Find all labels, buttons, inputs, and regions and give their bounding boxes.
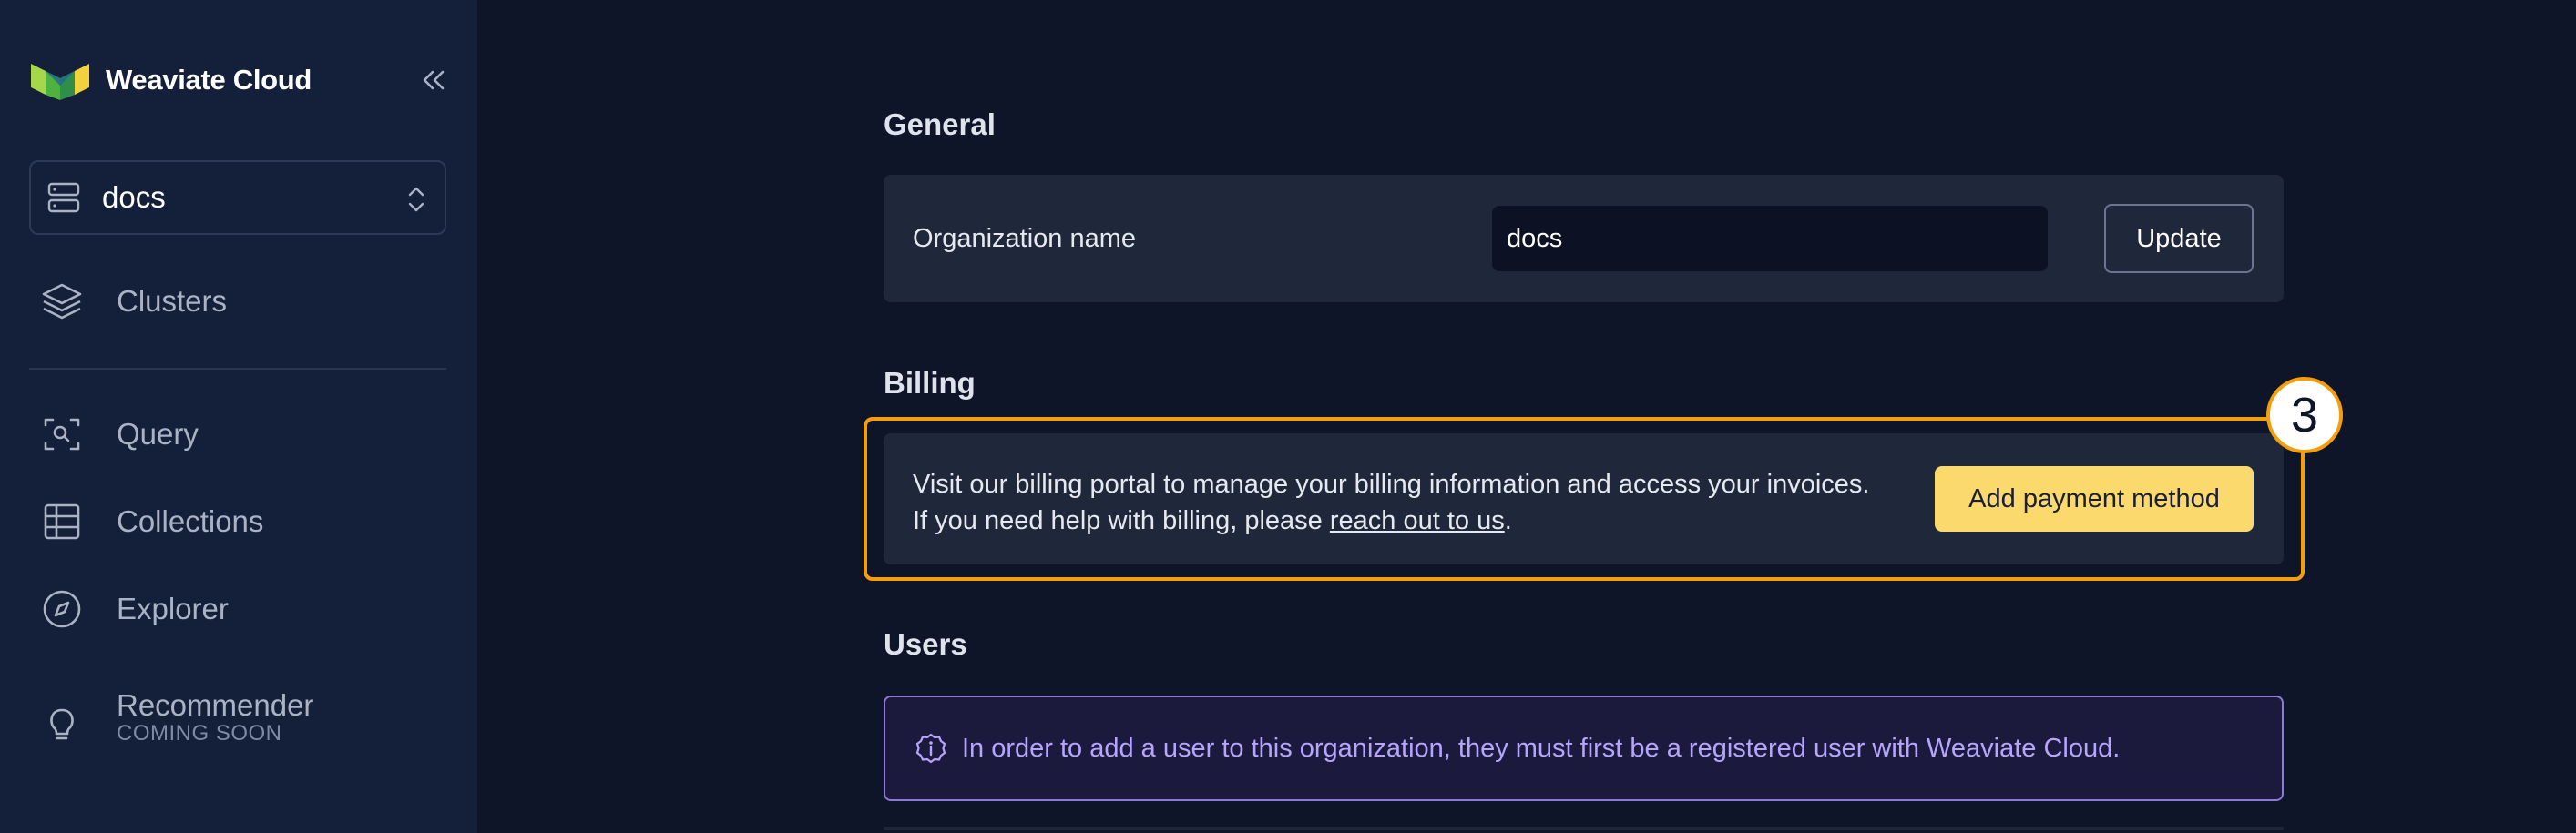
compass-icon [43,590,81,628]
sidebar-item-label: Explorer [117,592,229,625]
billing-section-title: Billing [884,366,976,400]
weaviate-logo-icon [31,64,89,100]
layers-icon [42,283,82,320]
general-card: Organization name Update [884,175,2284,302]
sidebar-item-collections[interactable]: Collections [40,500,263,543]
sidebar-divider [29,368,446,370]
sidebar-item-explorer[interactable]: Explorer [40,587,229,631]
organization-name-input[interactable] [1492,206,2048,271]
chevron-up-down-icon [408,187,424,212]
scan-search-icon [44,418,80,451]
users-section-title: Users [884,627,967,661]
table-icon [44,503,80,540]
sidebar-item-label: Recommender [117,688,314,722]
brand[interactable]: Weaviate Cloud [29,58,312,102]
sidebar-item-query[interactable]: Query [40,412,199,456]
organization-selector-value: docs [102,180,166,214]
users-info-alert: In order to add a user to this organizat… [884,696,2284,801]
users-info-text: In order to add a user to this organizat… [962,733,2121,763]
brand-name: Weaviate Cloud [106,64,312,96]
sidebar-item-clusters[interactable]: Clusters [40,279,227,323]
organization-selector[interactable]: docs [29,160,446,235]
lightbulb-icon [50,708,74,740]
info-icon [915,733,946,764]
sidebar-item-label: Collections [117,504,264,538]
next-card-edge [884,827,2284,830]
step-highlight-frame [864,417,2305,581]
collapse-sidebar-icon[interactable] [417,64,450,97]
general-section-title: General [884,107,996,141]
organization-name-label: Organization name [913,224,1137,253]
sidebar-item-label: Clusters [117,284,228,318]
sidebar-item-label: Query [117,417,199,451]
coming-soon-label: COMING SOON [117,721,282,746]
server-icon [47,182,80,213]
step-number-badge: 3 [2266,377,2343,453]
update-button[interactable]: Update [2104,204,2254,273]
sidebar: Weaviate Cloud docs Clusters Query Colle… [0,0,477,833]
